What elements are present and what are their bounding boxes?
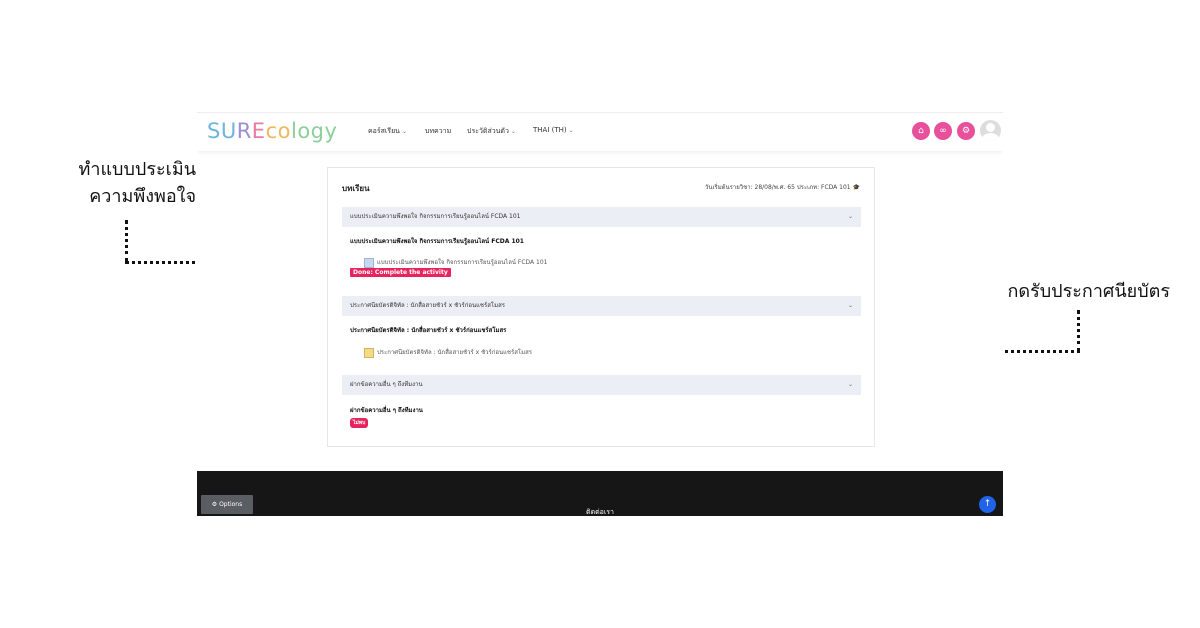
- section-subtitle: ประกาศนียบัตรดิจิทัล : นักสื่อสายชัวร์ x…: [350, 327, 507, 334]
- logo-part: logy: [290, 119, 338, 143]
- chevron-down-icon: ⌄: [510, 128, 516, 135]
- section-header-label: ประกาศนียบัตรดิจิทัล : นักสื่อสายชัวร์ x…: [350, 302, 505, 309]
- section-header-label: แบบประเมินความพึงพอใจ กิจกรรมการเรียนรู้…: [350, 213, 521, 220]
- cart-icon[interactable]: ⌂: [912, 122, 930, 140]
- chevron-down-icon: ⌄: [847, 213, 853, 220]
- certificate-icon: [364, 347, 374, 358]
- scroll-to-top-button[interactable]: ↑: [979, 496, 996, 513]
- annotation-survey-line2: ความพึงพอใจ: [89, 186, 196, 207]
- section-header-survey[interactable]: แบบประเมินความพึงพอใจ กิจกรรมการเรียนรู้…: [342, 207, 861, 227]
- feedback-icon: [364, 257, 374, 268]
- nav-item-language[interactable]: THAI (TH) ⌄: [533, 126, 574, 134]
- footer: ⚙ Options ติดต่อเรา ↑: [197, 471, 1003, 516]
- activity-survey-link[interactable]: แบบประเมินความพึงพอใจ กิจกรรมการเรียนรู้…: [364, 257, 548, 268]
- completion-badge: Done: Complete the activity: [350, 268, 451, 277]
- lessons-card: บทเรียน วันเริ่มต้นรายวิชา: 28/08/พ.ศ. 6…: [327, 167, 875, 447]
- navbar: SUREcology คอร์สเรียน ⌄ บทความ ประวัติส่ว…: [197, 112, 1003, 151]
- chevron-down-icon: ⌄: [847, 381, 853, 388]
- nav-item-label: บทความ: [425, 127, 452, 135]
- arrow-up-icon: ↑: [983, 499, 992, 509]
- logo-part: SU: [207, 119, 237, 143]
- footer-contact-title: ติดต่อเรา: [586, 508, 614, 516]
- section-header-message[interactable]: ฝากข้อความอื่น ๆ ถึงทีมงาน ⌄: [342, 375, 861, 395]
- activity-certificate-link[interactable]: ประกาศนียบัตรดิจิทัล : นักสื่อสายชัวร์ x…: [364, 347, 532, 358]
- logo-part: R: [236, 119, 252, 143]
- lms-screenshot: SUREcology คอร์สเรียน ⌄ บทความ ประวัติส่ว…: [197, 112, 1003, 516]
- avatar-head: [986, 123, 995, 132]
- nav-item-label: ประวัติส่วนตัว: [467, 127, 509, 135]
- link-icon[interactable]: ∞: [934, 122, 952, 140]
- status-badge: ไม่พบ: [350, 418, 369, 428]
- activity-label: แบบประเมินความพึงพอใจ กิจกรรมการเรียนรู้…: [377, 259, 548, 266]
- section-subtitle: ฝากข้อความอื่น ๆ ถึงทีมงาน: [350, 407, 423, 414]
- activity-label: ประกาศนียบัตรดิจิทัล : นักสื่อสายชัวร์ x…: [377, 349, 532, 356]
- site-logo[interactable]: SUREcology: [207, 119, 337, 143]
- avatar-body: [982, 133, 999, 141]
- annotation-arrow-right-vertical: [1077, 310, 1080, 352]
- logo-part: co: [265, 119, 291, 143]
- annotation-survey-line1: ทำแบบประเมิน: [78, 159, 196, 180]
- course-meta: วันเริ่มต้นรายวิชา: 28/08/พ.ศ. 65 ประเภท…: [704, 184, 860, 191]
- annotation-arrow-left-vertical: [125, 220, 128, 262]
- annotation-survey: ทำแบบประเมิน ความพึงพอใจ: [40, 156, 196, 210]
- nav-item-courses[interactable]: คอร์สเรียน ⌄: [368, 126, 407, 137]
- nav-item-label: THAI (TH): [533, 126, 567, 134]
- section-header-label: ฝากข้อความอื่น ๆ ถึงทีมงาน: [350, 381, 423, 388]
- chevron-down-icon: ⌄: [401, 128, 407, 135]
- chevron-down-icon: ⌄: [568, 127, 574, 134]
- chevron-down-icon: ⌄: [847, 302, 853, 309]
- avatar[interactable]: [980, 120, 1001, 141]
- section-header-certificate[interactable]: ประกาศนียบัตรดิจิทัล : นักสื่อสายชัวร์ x…: [342, 296, 861, 316]
- card-title: บทเรียน: [342, 184, 370, 193]
- nav-item-profile[interactable]: ประวัติส่วนตัว ⌄: [467, 126, 516, 137]
- nav-item-articles[interactable]: บทความ: [425, 126, 451, 137]
- settings-icon[interactable]: ⚙: [957, 122, 975, 140]
- nav-item-label: คอร์สเรียน: [368, 127, 400, 135]
- logo-part: E: [251, 119, 266, 143]
- section-subtitle: แบบประเมินความพึงพอใจ กิจกรรมการเรียนรู้…: [350, 238, 524, 245]
